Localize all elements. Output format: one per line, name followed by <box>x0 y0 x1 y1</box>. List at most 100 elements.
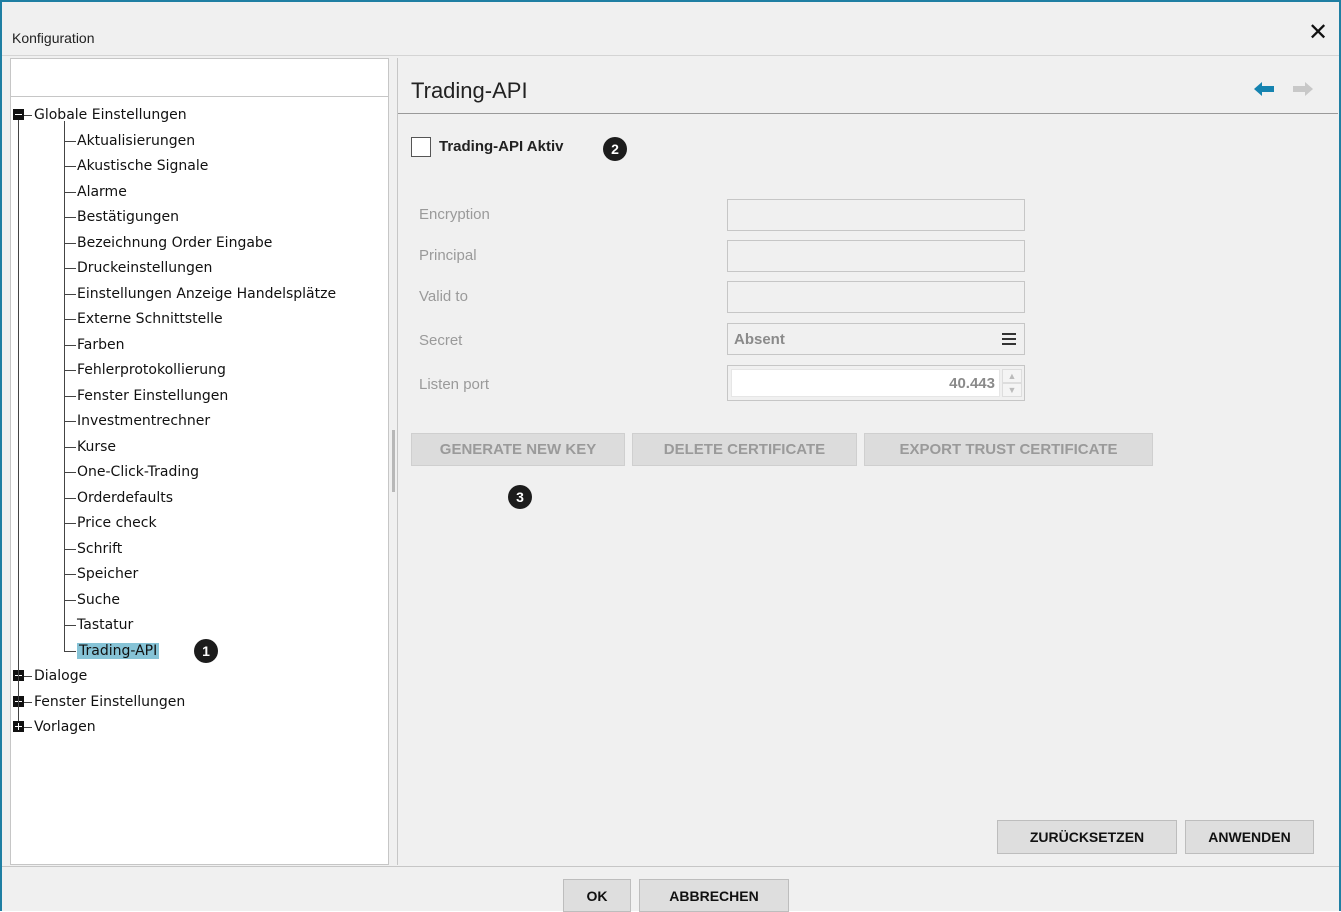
listen-port-input[interactable]: 40.443 <box>731 369 1000 397</box>
spin-down-icon[interactable]: ▼ <box>1002 383 1022 397</box>
settings-tree-panel: Globale Einstellungen Aktualisierungen Aku… <box>10 58 389 865</box>
ok-button[interactable]: OK <box>563 879 631 912</box>
tree-connector <box>64 268 76 269</box>
title-bar: Konfiguration ✕ <box>2 2 1339 56</box>
encryption-field[interactable] <box>727 199 1025 231</box>
tree-connector <box>64 421 76 422</box>
tree-node-akustische-signale-label: Akustische Signale <box>77 158 209 174</box>
tree-node-trading-api-label: Trading-API <box>77 642 160 659</box>
tree-connector <box>24 701 32 703</box>
principal-label: Principal <box>419 247 477 264</box>
listen-port-label: Listen port <box>419 376 490 393</box>
tree-node-druckeinstellungen[interactable]: Druckeinstellungen <box>77 257 212 279</box>
step-badge-2: 2 <box>603 137 627 161</box>
delete-certificate-button[interactable]: DELETE CERTIFICATE <box>632 433 857 466</box>
close-icon[interactable]: ✕ <box>1307 21 1329 45</box>
tree-node-fenster-einstellungen[interactable]: Fenster Einstellungen <box>77 385 228 407</box>
tree-node-aktualisierungen-label: Aktualisierungen <box>77 132 196 149</box>
tree-node-fehlerprotokollierung[interactable]: Fehlerprotokollierung <box>77 359 226 381</box>
tree-node-fenster-einstellungen[interactable]: Fenster Einstellungen <box>34 691 185 713</box>
tree-node-suche[interactable]: Suche <box>77 589 120 611</box>
secret-value: Absent <box>734 331 785 348</box>
tree-node-bezeichnung-order-eingabe[interactable]: Bezeichnung Order Eingabe <box>77 232 272 254</box>
tree-node-farben[interactable]: Farben <box>77 334 124 356</box>
valid-to-field[interactable] <box>727 281 1025 313</box>
tree-connector <box>64 574 76 575</box>
tree-node-druckeinstellungen-label: Druckeinstellungen <box>77 260 213 276</box>
tree-node-farben-label: Farben <box>77 336 125 353</box>
tree-node-investmentrechner-label: Investmentrechner <box>77 413 211 429</box>
trading-api-active-label: Trading-API Aktiv <box>439 138 564 155</box>
tree-node-einstellungen-anzeige-handelsplätze[interactable]: Einstellungen Anzeige Handelsplätze <box>77 283 336 305</box>
tree-connector <box>64 523 76 524</box>
tree-connector <box>24 727 32 728</box>
tree-connector <box>18 120 19 721</box>
tree-connector <box>64 140 76 142</box>
tree-connector <box>64 497 76 499</box>
tree-node-bestätigungen-label: Bestätigungen <box>77 209 179 225</box>
tree-node-fehlerprotokollierung-label: Fehlerprotokollierung <box>77 362 226 378</box>
principal-field[interactable] <box>727 240 1025 272</box>
tree-node-akustische-signale[interactable]: Akustische Signale <box>77 155 208 177</box>
secret-field[interactable]: Absent <box>727 323 1025 355</box>
forward-arrow-icon[interactable] <box>1293 82 1313 96</box>
tree-connector <box>64 121 65 651</box>
tree-connector <box>64 625 76 626</box>
tree-node-tastatur-label: Tastatur <box>77 617 134 633</box>
tree-node-schrift[interactable]: Schrift <box>77 538 122 560</box>
tree-node-globale-einstellungen[interactable]: Globale Einstellungen <box>34 104 187 126</box>
tree-node-orderdefaults[interactable]: Orderdefaults <box>77 487 173 509</box>
tree-node-alarme-label: Alarme <box>77 183 127 200</box>
export-trust-certificate-button[interactable]: EXPORT TRUST CERTIFICATE <box>864 433 1153 466</box>
tree-search-input[interactable] <box>11 59 388 97</box>
tree-node-einstellungen-anzeige-handelsplätze-label: Einstellungen Anzeige Handelsplätze <box>77 285 337 302</box>
tree-connector <box>64 446 76 448</box>
tree-node-bezeichnung-order-eingabe-label: Bezeichnung Order Eingabe <box>77 234 273 251</box>
step-badge-1: 1 <box>194 638 218 663</box>
collapse-icon[interactable] <box>13 109 24 120</box>
expand-icon[interactable] <box>13 721 24 732</box>
heading-divider <box>398 113 1338 114</box>
dialog-footer: OK ABBRECHEN <box>2 866 1339 912</box>
back-arrow-icon[interactable] <box>1254 82 1274 96</box>
tree-node-vorlagen[interactable]: Vorlagen <box>34 716 96 738</box>
secret-label: Secret <box>419 332 463 349</box>
tree-connector <box>64 293 76 295</box>
tree-connector <box>64 548 76 550</box>
spin-up-icon[interactable]: ▲ <box>1002 369 1022 383</box>
tree-node-price-check-label: Price check <box>77 515 157 531</box>
generate-new-key-button[interactable]: GENERATE NEW KEY <box>411 433 625 466</box>
tree-connector <box>64 319 76 320</box>
tree-node-alarme[interactable]: Alarme <box>77 181 127 203</box>
tree-node-price-check[interactable]: Price check <box>77 512 157 534</box>
tree-connector <box>64 242 76 244</box>
cancel-button[interactable]: ABBRECHEN <box>639 879 789 912</box>
tree-node-bestätigungen[interactable]: Bestätigungen <box>77 206 179 228</box>
tree-node-tastatur[interactable]: Tastatur <box>77 614 133 636</box>
tree-connector <box>24 115 32 116</box>
tree-connector <box>64 370 76 371</box>
port-spinner: ▲ ▼ <box>1002 369 1022 397</box>
tree-connector <box>64 166 76 167</box>
tree-node-fenster-einstellungen-label: Fenster Einstellungen <box>34 693 186 710</box>
tree-connector <box>64 395 76 397</box>
trading-api-active-checkbox[interactable] <box>411 137 431 157</box>
tree-node-kurse[interactable]: Kurse <box>77 436 116 458</box>
tree-node-investmentrechner[interactable]: Investmentrechner <box>77 410 210 432</box>
tree-node-dialoge[interactable]: Dialoge <box>34 665 87 687</box>
page-title: Trading-API <box>411 78 528 103</box>
tree-node-one-click-trading[interactable]: One-Click-Trading <box>77 461 199 483</box>
window-title: Konfiguration <box>12 30 95 46</box>
tree-node-speicher[interactable]: Speicher <box>77 563 138 585</box>
tree-connector <box>64 217 76 218</box>
menu-icon[interactable] <box>1002 333 1016 345</box>
panel-splitter[interactable] <box>392 430 395 492</box>
tree-connector <box>64 344 76 346</box>
tree-node-aktualisierungen[interactable]: Aktualisierungen <box>77 130 195 152</box>
tree-node-externe-schnittstelle[interactable]: Externe Schnittstelle <box>77 308 223 330</box>
apply-button[interactable]: ANWENDEN <box>1185 820 1314 854</box>
tree-connector <box>24 676 32 677</box>
tree-node-trading-api[interactable]: Trading-API <box>77 640 160 662</box>
config-window: Konfiguration ✕ Globale Einstellungen Akt… <box>0 0 1341 912</box>
reset-button[interactable]: ZURÜCKSETZEN <box>997 820 1177 854</box>
